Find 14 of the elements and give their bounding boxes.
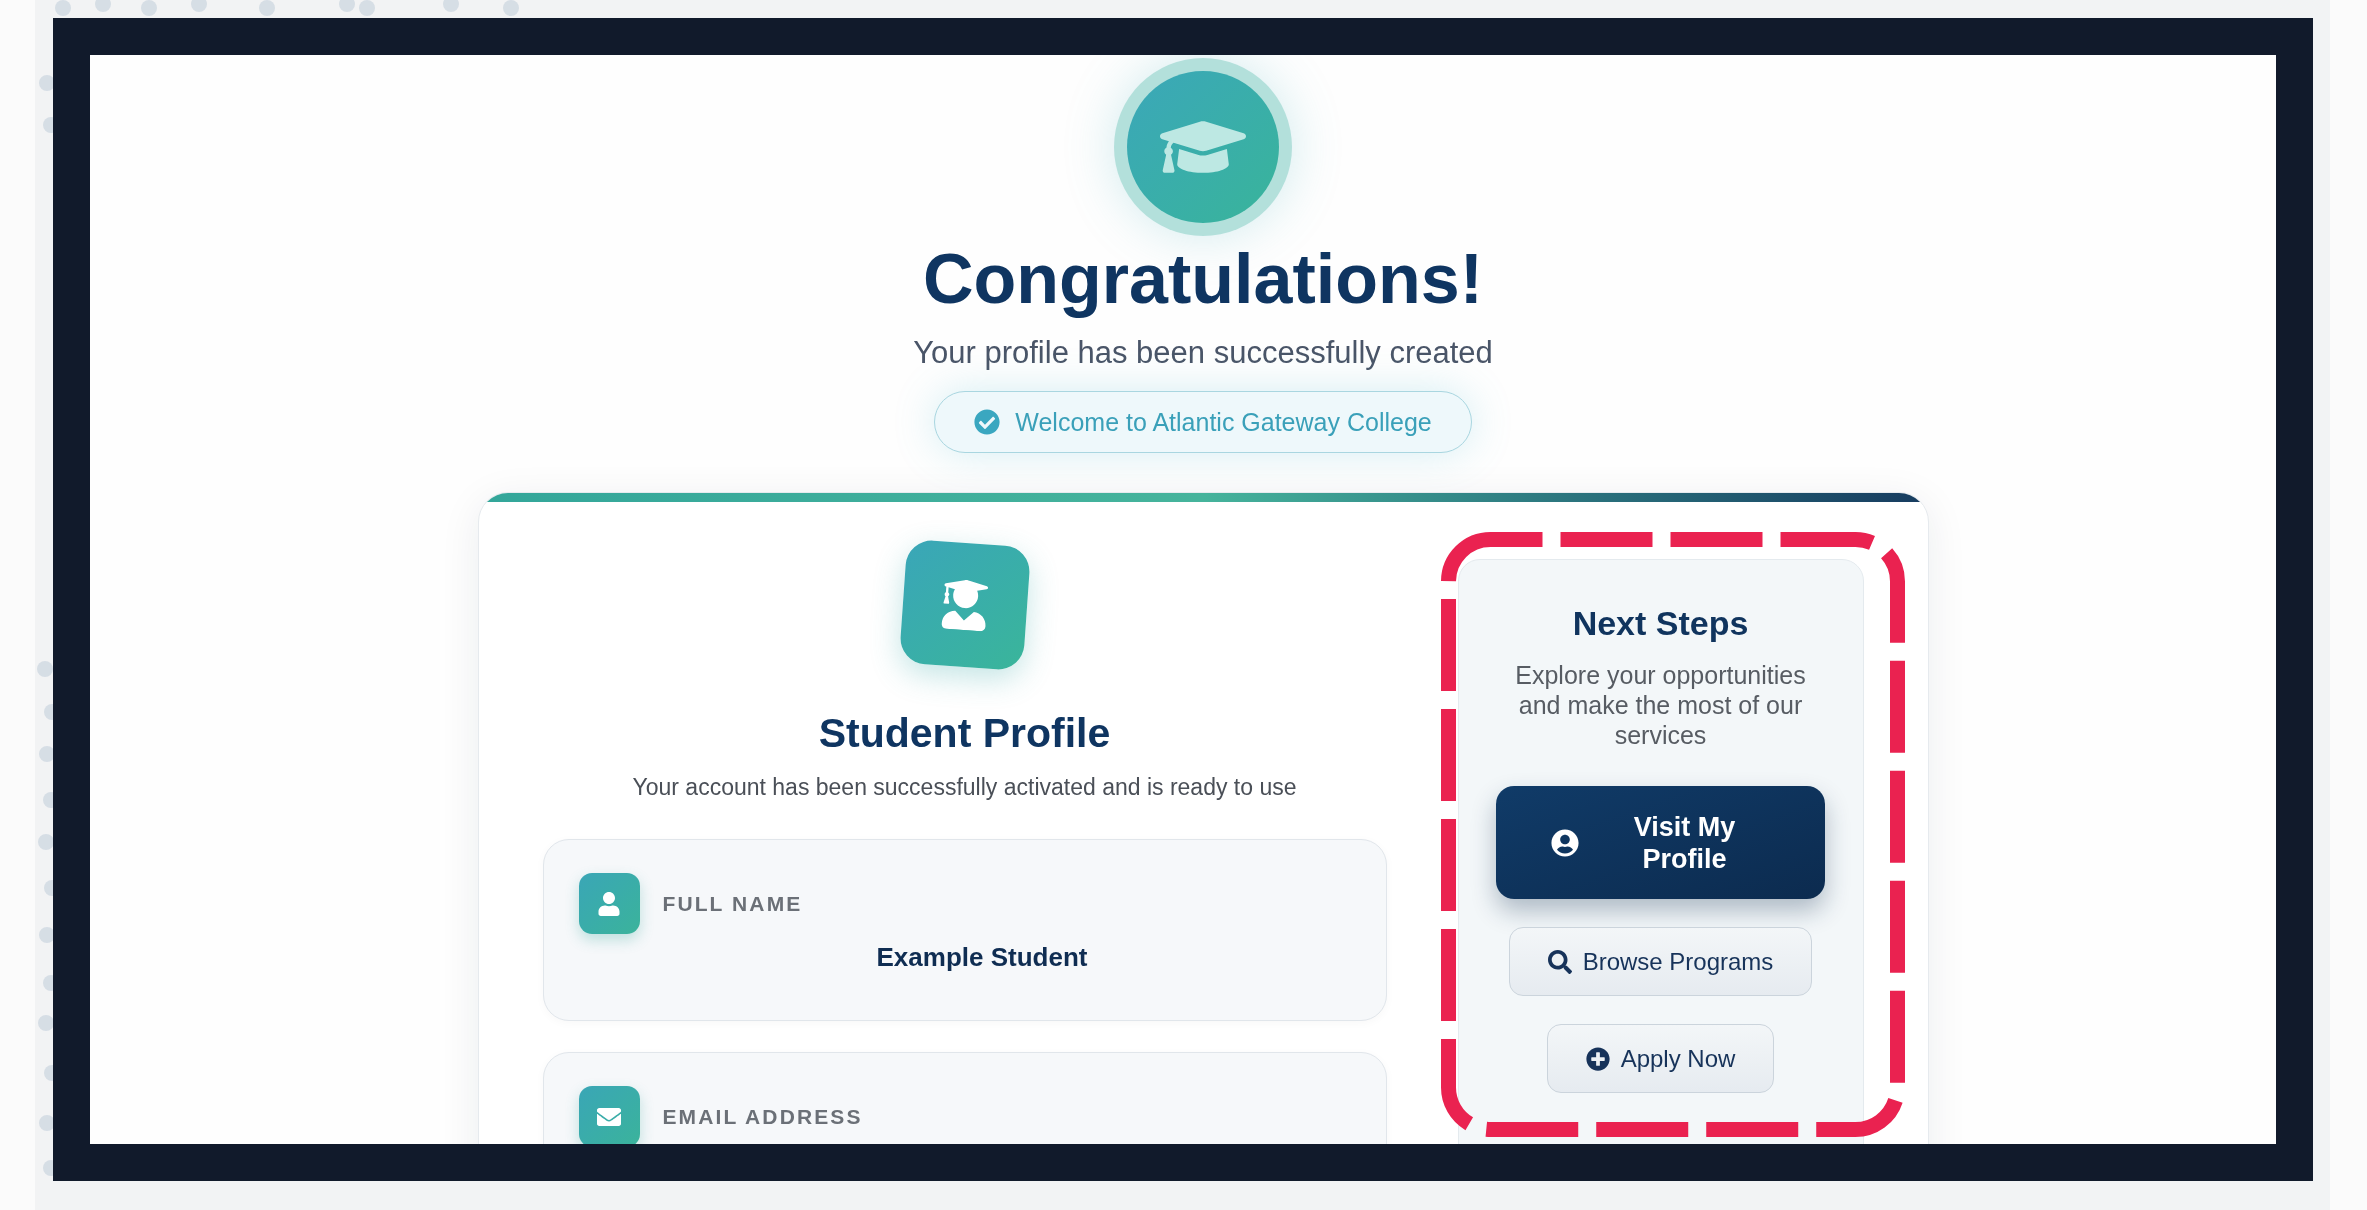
apply-button[interactable]: Apply Now [1546,1024,1775,1093]
field-label: FULL NAME [662,890,803,917]
browse-button[interactable]: Browse Programs [1508,927,1813,996]
field-label: EMAIL ADDRESS [662,1103,863,1130]
page-subtitle: Your profile has been successfully created [913,335,1493,371]
user-icon [578,873,640,934]
field-value: Example Student [875,942,1089,972]
profile-subtitle: Your account has been successfully activated and is ready to use [632,773,1297,802]
panel-title: Next Steps [1572,603,1749,644]
welcome-message: Welcome to Atlantic Gateway College [1015,407,1432,437]
search-icon [1547,949,1572,974]
profile-title: Student Profile [818,709,1111,758]
profile-button[interactable]: Visit My Profile [1496,786,1825,899]
panel-description: Explore your opportunities and make the most of our services [1514,660,1807,750]
